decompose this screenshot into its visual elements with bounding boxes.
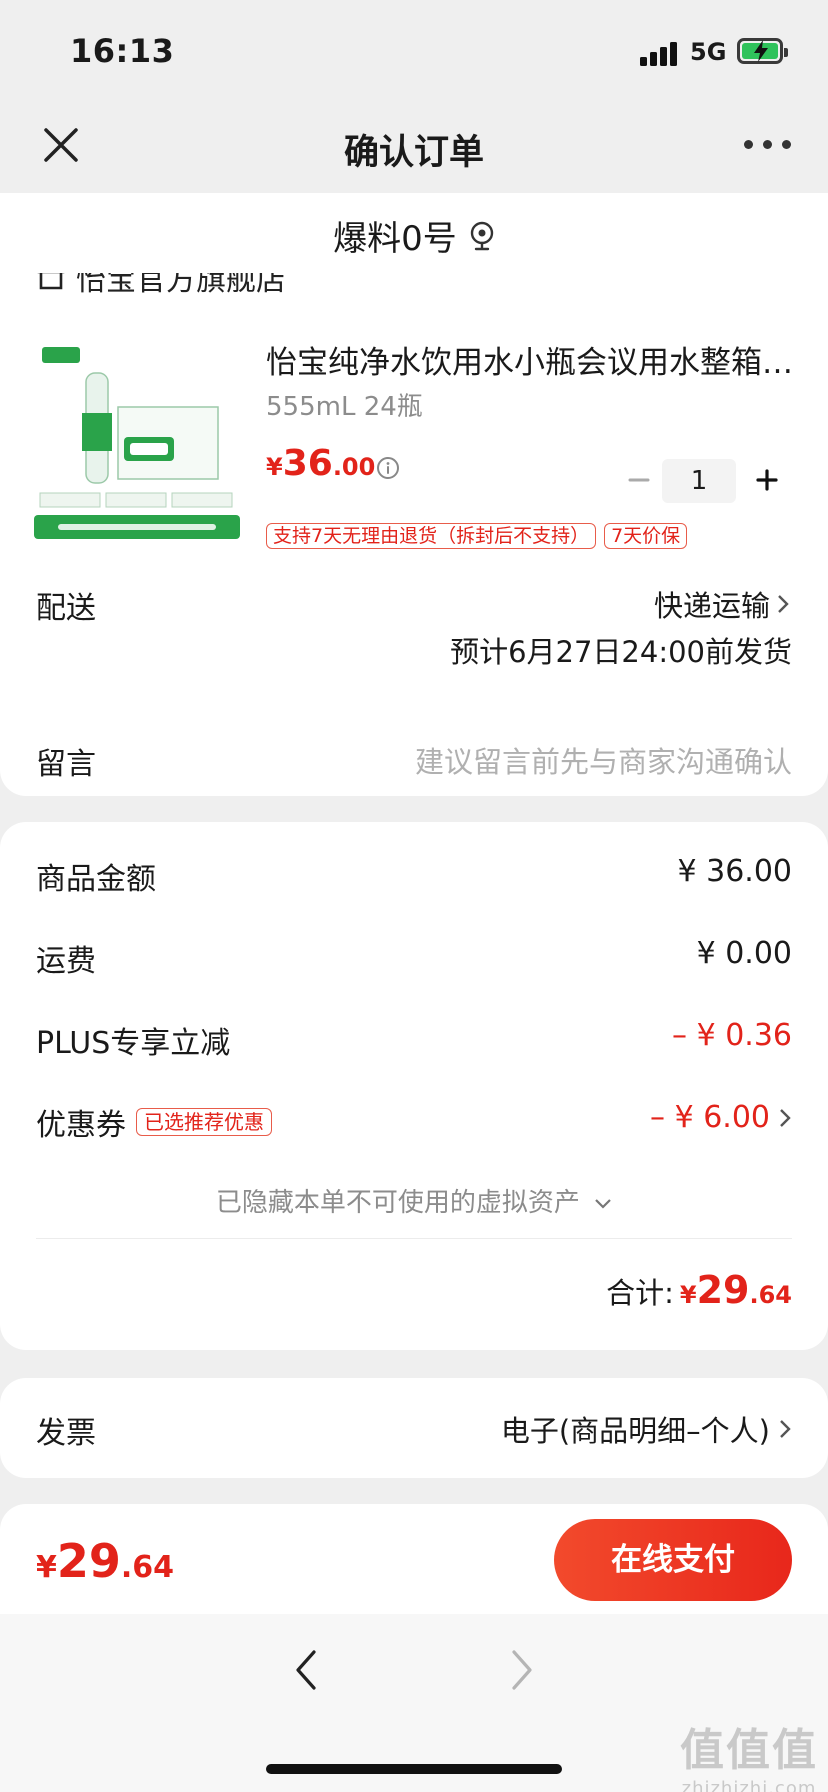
info-icon[interactable] xyxy=(376,456,400,480)
message-input[interactable]: 建议留言前先与商家沟通确认 xyxy=(415,739,792,781)
coupon-badge: 已选推荐优惠 xyxy=(136,1108,272,1136)
page-title: 确认订单 xyxy=(343,133,484,173)
shipping-fee-row: 运费 ¥ 0.00 xyxy=(36,936,792,979)
divider xyxy=(36,1238,792,1239)
location-pin-icon xyxy=(470,221,494,250)
battery-icon xyxy=(737,38,788,64)
delivery-label: 配送 xyxy=(36,591,96,626)
nav-bar: 确认订单 xyxy=(0,100,828,192)
delivery-method[interactable]: 快递运输 xyxy=(654,583,790,625)
network-type: 5G xyxy=(690,38,727,66)
goods-amount-row: 商品金额 ¥ 36.00 xyxy=(36,854,792,897)
service-tags: 支持7天无理由退货（拆封后不支持） 7天价保 xyxy=(266,523,688,549)
chevron-right-icon xyxy=(780,1108,791,1127)
status-time: 16:13 xyxy=(70,32,175,70)
return-policy-tag: 支持7天无理由退货（拆封后不支持） xyxy=(266,523,597,549)
shop-name: 怡宝官方旗舰店 xyxy=(76,273,286,298)
status-bar: 16:13 5G xyxy=(0,0,828,100)
plus-discount-row: PLUS专享立减 – ¥ 0.36 xyxy=(36,1018,792,1061)
invoice-label: 发票 xyxy=(36,1416,96,1451)
chevron-down-icon xyxy=(595,1198,611,1209)
plus-icon[interactable] xyxy=(752,465,782,495)
quantity-stepper: 1 xyxy=(624,459,784,503)
product-title[interactable]: 怡宝纯净水饮用水小瓶会议用水整箱… xyxy=(266,337,796,382)
message-label: 留言 xyxy=(36,747,96,782)
invoice-value: 电子(商品明细–个人) xyxy=(500,1414,770,1448)
product-image[interactable] xyxy=(34,343,240,551)
watermark: 值值值 zhizhizhi.com xyxy=(680,1725,818,1792)
checkout-bar: ¥29.64 在线支付 xyxy=(0,1504,828,1614)
order-card: 怡宝官方旗舰店 怡宝纯净水饮用水小瓶会议用水整箱… 555mL 24瓶 ¥36.… xyxy=(0,273,828,796)
chevron-right-icon xyxy=(778,595,789,613)
home-indicator[interactable] xyxy=(266,1764,562,1774)
shop-icon xyxy=(37,273,65,290)
back-arrow-icon[interactable] xyxy=(292,1648,320,1692)
minus-icon[interactable] xyxy=(624,465,654,495)
forward-arrow-icon[interactable] xyxy=(508,1648,536,1692)
address-bar[interactable]: 爆料0号 xyxy=(0,193,828,273)
order-total: 合计: ¥29.64 xyxy=(606,1268,792,1312)
signal-icon xyxy=(640,40,680,66)
pay-amount: ¥29.64 xyxy=(36,1534,175,1588)
invoice-row[interactable]: 发票 电子(商品明细–个人) xyxy=(0,1378,828,1478)
chevron-right-icon xyxy=(780,1420,791,1438)
product-price: ¥36.00 xyxy=(266,443,376,484)
quantity-value[interactable]: 1 xyxy=(662,459,736,503)
hidden-assets-toggle[interactable]: 已隐藏本单不可使用的虚拟资产 xyxy=(0,1182,828,1219)
price-protect-tag: 7天价保 xyxy=(604,523,688,549)
shop-row[interactable]: 怡宝官方旗舰店 xyxy=(36,273,286,298)
more-icon[interactable] xyxy=(744,140,792,152)
coupon-value: – ¥ 6.00 xyxy=(650,1100,770,1135)
coupon-label: 优惠券 xyxy=(36,1108,126,1143)
browser-toolbar: 值值值 zhizhizhi.com xyxy=(0,1614,828,1792)
address-name: 爆料0号 xyxy=(333,219,457,259)
delivery-eta: 预计6月27日24:00前发货 xyxy=(450,635,792,669)
total-label: 合计: xyxy=(606,1276,674,1310)
coupon-row[interactable]: 优惠券 已选推荐优惠 – ¥ 6.00 xyxy=(36,1100,792,1143)
pay-online-button[interactable]: 在线支付 xyxy=(554,1519,792,1601)
product-spec: 555mL 24瓶 xyxy=(266,392,423,422)
total-amount: ¥29.64 xyxy=(679,1268,792,1312)
